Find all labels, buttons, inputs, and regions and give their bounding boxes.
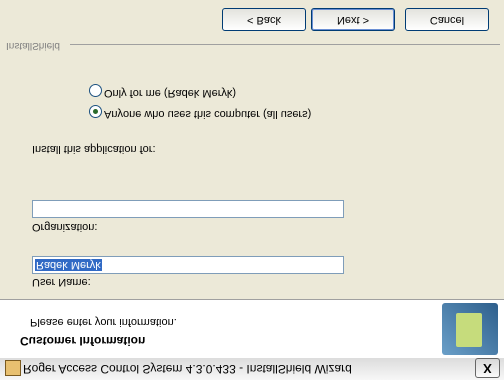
only-me-radio-label[interactable]: Only for me (Radek Meryk) — [104, 87, 236, 99]
install-for-label: Install this application for: — [32, 143, 156, 155]
page-title: Customer Information — [20, 334, 146, 348]
close-button[interactable]: X — [475, 358, 500, 378]
page-subtitle: Please enter your information. — [30, 316, 177, 328]
installshield-logo-icon — [442, 303, 498, 355]
next-button[interactable]: Next > — [311, 8, 395, 31]
installshield-brand: InstallShield — [6, 40, 60, 51]
user-name-field[interactable]: Radek Meryk — [32, 256, 344, 274]
installshield-dialog: Roger Access Control System 4.3.0.433 - … — [0, 0, 504, 380]
app-icon — [5, 360, 21, 376]
window-title: Roger Access Control System 4.3.0.433 - … — [23, 362, 352, 376]
all-users-radio-label[interactable]: Anyone who uses this computer (all users… — [104, 108, 311, 120]
all-users-radio[interactable] — [89, 105, 102, 118]
user-name-label: User Name: — [32, 276, 91, 288]
title-bar: Roger Access Control System 4.3.0.433 - … — [0, 357, 504, 380]
only-me-radio[interactable] — [89, 84, 102, 97]
header-banner: Customer Information Please enter your i… — [0, 299, 504, 358]
organization-label: Organization: — [32, 221, 98, 233]
cancel-button[interactable]: Cancel — [405, 8, 489, 31]
organization-field[interactable] — [32, 200, 344, 218]
back-button[interactable]: < Back — [222, 8, 306, 31]
logo-mark-icon — [456, 313, 482, 347]
user-name-value: Radek Meryk — [35, 259, 102, 271]
footer-separator — [70, 44, 500, 45]
